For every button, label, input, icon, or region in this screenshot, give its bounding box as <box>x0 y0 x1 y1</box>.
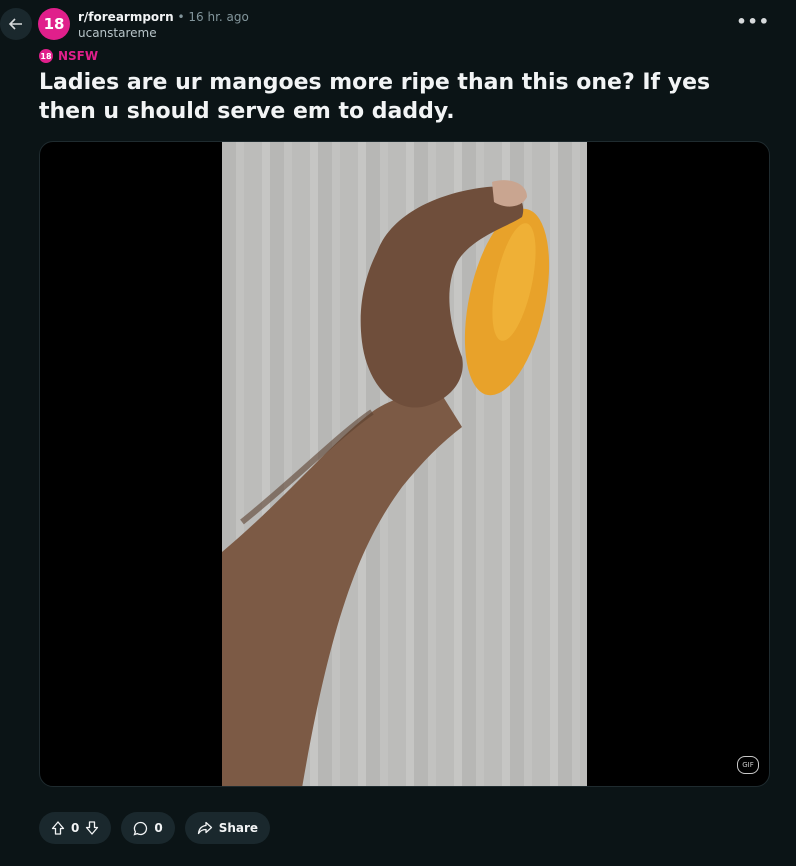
subreddit-link[interactable]: r/forearmporn <box>78 10 174 24</box>
more-options-button[interactable]: ••• <box>736 12 770 31</box>
post-media[interactable]: GIF <box>39 141 770 787</box>
comment-icon <box>133 821 148 836</box>
vote-score: 0 <box>71 821 80 835</box>
media-frame[interactable] <box>222 142 587 786</box>
share-button[interactable]: Share <box>184 812 271 844</box>
nsfw-label: NSFW <box>58 49 99 63</box>
post-title: Ladies are ur mangoes more ripe than thi… <box>39 70 711 124</box>
share-label: Share <box>218 821 259 835</box>
upvote-icon[interactable] <box>51 821 65 835</box>
share-icon <box>197 821 212 835</box>
meta-separator: • <box>177 10 185 24</box>
gif-badge: GIF <box>737 756 759 774</box>
comment-count: 0 <box>154 821 163 835</box>
back-arrow-icon <box>8 18 22 30</box>
post-time: 16 hr. ago <box>188 10 249 24</box>
back-button[interactable] <box>0 8 32 40</box>
author-link[interactable]: ucanstareme <box>78 26 157 40</box>
nsfw-tag: 18 NSFW <box>39 49 98 63</box>
more-icon: ••• <box>736 12 770 31</box>
downvote-icon[interactable] <box>85 821 99 835</box>
nsfw-icon: 18 <box>39 49 53 63</box>
post-meta: r/forearmporn • 16 hr. ago ucanstareme <box>78 9 249 41</box>
subreddit-avatar[interactable]: 18 <box>38 8 70 40</box>
post-actions: 0 0 Share <box>39 812 271 844</box>
media-illustration <box>222 180 550 786</box>
comments-button[interactable]: 0 <box>121 812 175 844</box>
vote-control: 0 <box>39 812 112 844</box>
